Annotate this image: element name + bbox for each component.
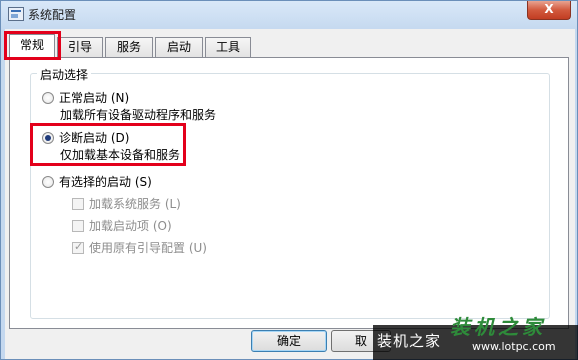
- tab-general[interactable]: 常规: [9, 34, 55, 58]
- diagnostic-startup-label: 诊断启动 (D): [59, 131, 130, 145]
- startup-selection-title: 启动选择: [37, 66, 92, 83]
- use-original-boot-config-label: 使用原有引导配置 (U): [89, 241, 207, 255]
- use-original-boot-config-checkbox[interactable]: [72, 240, 84, 254]
- normal-startup-option[interactable]: 正常启动 (N): [42, 89, 129, 106]
- normal-startup-label: 正常启动 (N): [59, 91, 130, 105]
- selective-startup-radio[interactable]: [42, 175, 54, 188]
- window-title: 系统配置: [28, 8, 77, 22]
- load-startup-items-label: 加载启动项 (O): [89, 219, 172, 233]
- ok-button[interactable]: 确定: [251, 330, 327, 352]
- load-system-services-option[interactable]: 加载系统服务 (L): [72, 195, 181, 212]
- diagnostic-startup-desc: 仅加载基本设备和服务: [60, 148, 181, 162]
- selective-startup-option[interactable]: 有选择的启动 (S): [42, 173, 152, 190]
- watermark-logo: 装机之家: [450, 315, 546, 339]
- load-system-services-checkbox[interactable]: [72, 197, 84, 210]
- tab-startup[interactable]: 启动: [155, 37, 203, 57]
- close-button[interactable]: X: [527, 1, 571, 20]
- msconfig-app-icon: [8, 7, 24, 21]
- tab-services[interactable]: 服务: [105, 37, 153, 57]
- selective-startup-label: 有选择的启动 (S): [59, 175, 152, 189]
- normal-startup-radio[interactable]: [42, 91, 54, 104]
- system-configuration-window: 系统配置 X 常规 引导 服务 启动 工具 启动选择 正常启动 (N) 加载所有…: [0, 0, 578, 360]
- watermark-url: www.lotpc.com: [472, 340, 556, 353]
- tab-tools[interactable]: 工具: [205, 37, 251, 57]
- diagnostic-startup-radio[interactable]: [42, 131, 54, 144]
- load-system-services-label: 加载系统服务 (L): [89, 197, 181, 211]
- load-startup-items-checkbox[interactable]: [72, 219, 84, 232]
- watermark-text: 装机之家: [377, 332, 442, 350]
- use-original-boot-config-option[interactable]: 使用原有引导配置 (U): [72, 239, 207, 256]
- dialog-client-area: 常规 引导 服务 启动 工具 启动选择 正常启动 (N) 加载所有设备驱动程序和…: [5, 29, 575, 359]
- title-bar[interactable]: 系统配置 X: [1, 1, 577, 29]
- normal-startup-desc: 加载所有设备驱动程序和服务: [60, 108, 217, 122]
- diagnostic-startup-option[interactable]: 诊断启动 (D): [42, 129, 129, 146]
- general-tab-panel: 启动选择 正常启动 (N) 加载所有设备驱动程序和服务 诊断启动 (D) 仅加载…: [9, 57, 569, 329]
- load-startup-items-option[interactable]: 加载启动项 (O): [72, 217, 172, 234]
- tab-boot[interactable]: 引导: [57, 37, 103, 57]
